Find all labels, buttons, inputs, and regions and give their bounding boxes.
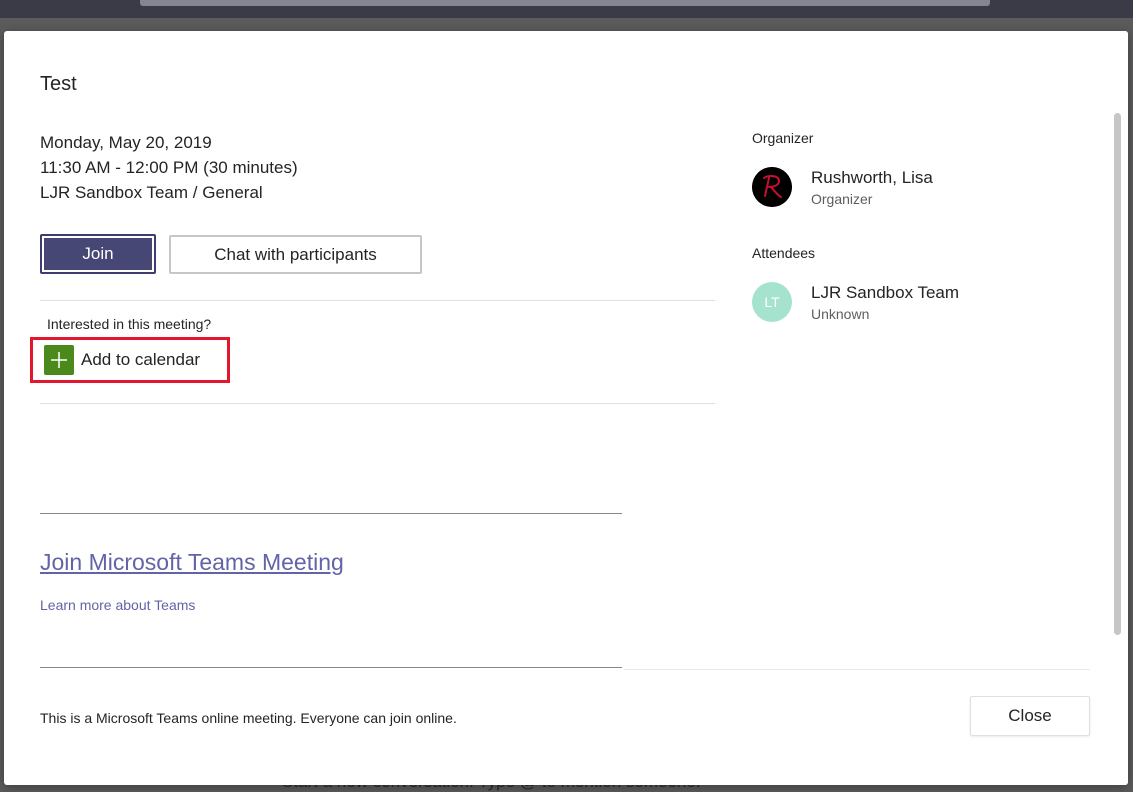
search-bar[interactable] [140, 0, 990, 6]
interest-prompt: Interested in this meeting? [47, 316, 212, 332]
join-button[interactable]: Join [40, 234, 156, 274]
footer-divider [624, 669, 1090, 670]
organizer-name[interactable]: Rushworth, Lisa [811, 168, 933, 188]
plus-icon [44, 345, 74, 375]
attendees-heading: Attendees [752, 245, 816, 261]
scrollbar-thumb[interactable] [1114, 113, 1121, 635]
meeting-channel: LJR Sandbox Team / General [40, 183, 263, 202]
close-button[interactable]: Close [970, 696, 1090, 736]
chat-with-participants-button[interactable]: Chat with participants [169, 235, 422, 274]
separator-line [40, 513, 622, 514]
join-teams-meeting-link[interactable]: Join Microsoft Teams Meeting [40, 549, 344, 576]
meeting-time: 11:30 AM - 12:00 PM (30 minutes) [40, 158, 298, 177]
add-to-calendar-button[interactable]: Add to calendar [30, 337, 230, 383]
add-to-calendar-label: Add to calendar [81, 350, 201, 369]
meeting-date: Monday, May 20, 2019 [40, 133, 212, 152]
join-button-label: Join [44, 238, 152, 270]
meeting-details-dialog: Test Monday, May 20, 2019 11:30 AM - 12:… [4, 31, 1128, 785]
divider [40, 403, 715, 404]
attendee-avatar[interactable]: LT [752, 282, 792, 322]
divider [40, 300, 715, 301]
learn-more-link[interactable]: Learn more about Teams [40, 597, 195, 613]
separator-line [40, 667, 622, 668]
organizer-heading: Organizer [752, 130, 814, 146]
attendee-name[interactable]: LJR Sandbox Team [811, 283, 959, 303]
footer-note: This is a Microsoft Teams online meeting… [40, 710, 457, 726]
meeting-title: Test [40, 73, 77, 95]
attendee-role: Unknown [811, 306, 870, 322]
organizer-avatar[interactable] [752, 167, 792, 207]
organizer-role: Organizer [811, 191, 873, 207]
